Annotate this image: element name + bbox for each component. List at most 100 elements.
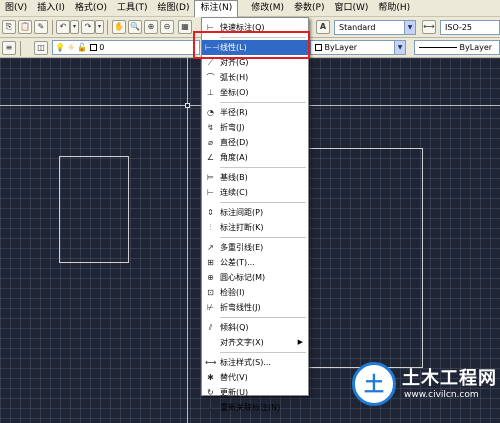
dim-break-icon: ⫶ (209, 223, 212, 232)
toolbar-separator (20, 41, 21, 56)
menu-item-label: 重新关联标注(N) (220, 403, 281, 412)
menu-item-label: 替代(V) (220, 373, 248, 382)
inspection-icon: ⊡ (207, 288, 214, 297)
dim-style-icon: ⟷ (205, 358, 217, 367)
menu-item-jogged[interactable]: ↯ 折弯(J) (202, 120, 308, 135)
menu-item-label: 折弯(J) (220, 123, 245, 132)
drawn-rectangle[interactable] (59, 156, 129, 263)
menu-item-oblique[interactable]: ⫽ 倾斜(Q) (202, 320, 308, 335)
menu-item-label: 弧长(H) (220, 73, 249, 82)
menu-item-dim-break[interactable]: ⫶ 标注打断(K) (202, 220, 308, 235)
menu-view[interactable]: 图(V) (0, 0, 32, 17)
match-prop-icon[interactable]: ✎ (34, 20, 48, 34)
menu-item-diameter[interactable]: ⌀ 直径(D) (202, 135, 308, 150)
properties-icon[interactable]: ▦ (178, 20, 192, 34)
text-style-icon[interactable]: A (316, 20, 330, 34)
pan-icon[interactable]: ✋ (112, 20, 126, 34)
menu-item-override[interactable]: ✱ 替代(V) (202, 370, 308, 385)
menu-item-arc-length[interactable]: ⌒ 弧长(H) (202, 70, 308, 85)
layer-manager-icon[interactable]: ≡ (2, 41, 16, 55)
zoom-window-icon[interactable]: ⊕ (144, 20, 158, 34)
arc-length-icon: ⌒ (206, 73, 215, 82)
menu-draw[interactable]: 绘图(D) (153, 0, 195, 17)
jogged-icon: ↯ (207, 123, 214, 132)
zoom-realtime-icon[interactable]: 🔍 (128, 20, 142, 34)
dim-space-icon: ⇕ (207, 208, 214, 217)
color-swatch (315, 44, 322, 51)
oblique-icon: ⫽ (208, 323, 213, 332)
menu-item-reassociate[interactable]: ⚲ 重新关联标注(N) (202, 400, 308, 415)
menu-item-label: 标注间距(P) (220, 208, 264, 217)
chevron-down-icon[interactable]: ▼ (404, 21, 415, 34)
menu-item-label: 连续(C) (220, 188, 248, 197)
zoom-previous-icon[interactable]: ⊖ (160, 20, 174, 34)
menu-item-label: 角度(A) (220, 153, 248, 162)
diameter-icon: ⌀ (208, 138, 213, 147)
menu-separator (220, 202, 306, 203)
menu-item-label: 多重引线(E) (220, 243, 264, 252)
menu-item-label: 标注打断(K) (220, 223, 264, 232)
menu-item-dim-space[interactable]: ⇕ 标注间距(P) (202, 205, 308, 220)
menu-format[interactable]: 格式(O) (70, 0, 112, 17)
watermark-url: www.civilcn.com (404, 390, 479, 400)
crosshair-vertical (187, 58, 188, 423)
menu-item-continue[interactable]: ⊢ 连续(C) (202, 185, 308, 200)
menu-item-update[interactable]: ↻ 更新(U) (202, 385, 308, 400)
layer-select[interactable]: 💡 ☼ 🔓 0 (52, 40, 200, 55)
menu-item-inspection[interactable]: ⊡ 检验(I) (202, 285, 308, 300)
menu-parameter[interactable]: 参数(P) (289, 0, 329, 17)
menu-dimension[interactable]: 标注(N) (194, 0, 239, 17)
menu-item-tolerance[interactable]: ⊞ 公差(T)... (202, 255, 308, 270)
pickbox-cursor (185, 103, 190, 108)
menu-item-angular[interactable]: ∠ 角度(A) (202, 150, 308, 165)
layer-value: 0 (99, 43, 105, 52)
menu-item-multileader[interactable]: ↗ 多重引线(E) (202, 240, 308, 255)
drawn-rectangle[interactable] (308, 148, 423, 368)
undo-icon[interactable]: ↶ (56, 20, 70, 34)
menu-item-dim-style[interactable]: ⟷ 标注样式(S)... (202, 355, 308, 370)
menu-item-label: 圆心标记(M) (220, 273, 266, 282)
sun-icon: ☼ (67, 43, 75, 52)
tolerance-icon: ⊞ (207, 258, 214, 267)
override-icon: ✱ (207, 373, 214, 382)
menu-item-label: 标注样式(S)... (220, 358, 271, 367)
menu-item-label: 直径(D) (220, 138, 249, 147)
menu-modify[interactable]: 修改(M) (246, 0, 289, 17)
menu-item-center-mark[interactable]: ⊕ 圆心标记(M) (202, 270, 308, 285)
menu-window[interactable]: 窗口(W) (329, 0, 373, 17)
jogged-linear-icon: ⊬ (207, 303, 214, 312)
menu-help[interactable]: 帮助(H) (373, 0, 415, 17)
menu-separator (220, 167, 306, 168)
menu-separator (220, 237, 306, 238)
color-select[interactable]: ByLayer ▼ (310, 40, 406, 55)
menu-item-label: 折弯线性(J) (220, 303, 261, 312)
copy-icon[interactable]: ⎘ (2, 20, 16, 34)
dim-style-icon[interactable]: ⟷ (422, 20, 436, 34)
watermark: 土 土木工程网 www.civilcn.com (350, 358, 500, 418)
menu-item-label: 坐标(O) (220, 88, 249, 97)
menu-item-align-text[interactable]: 对齐文字(X) ▶ (202, 335, 308, 350)
undo-dropdown-icon[interactable]: ▾ (70, 20, 79, 34)
paste-icon[interactable]: 📋 (18, 20, 32, 34)
menu-item-jogged-linear[interactable]: ⊬ 折弯线性(J) (202, 300, 308, 315)
menu-item-label: 公差(T)... (220, 258, 255, 267)
chevron-down-icon[interactable]: ▼ (394, 41, 405, 54)
dim-style-select[interactable]: ISO-25 (440, 20, 500, 35)
menu-item-label: 倾斜(Q) (220, 323, 249, 332)
menu-insert[interactable]: 插入(I) (32, 0, 70, 17)
menu-item-radius[interactable]: ◔ 半径(R) (202, 105, 308, 120)
text-style-select[interactable]: Standard ▼ (334, 20, 416, 35)
layer-state-icon[interactable]: ◫ (34, 41, 48, 55)
redo-icon[interactable]: ↷ (81, 20, 95, 34)
menu-item-baseline[interactable]: ⊨ 基线(B) (202, 170, 308, 185)
dim-style-value: ISO-25 (445, 23, 473, 32)
linetype-line (419, 47, 457, 48)
linetype-select[interactable]: ByLayer (414, 40, 500, 55)
watermark-title: 土木工程网 (402, 368, 497, 389)
menu-item-ordinate[interactable]: ⊥ 坐标(O) (202, 85, 308, 100)
redo-dropdown-icon[interactable]: ▾ (95, 20, 104, 34)
menu-separator (220, 102, 306, 103)
menu-tools[interactable]: 工具(T) (112, 0, 153, 17)
layer-color-swatch (89, 44, 97, 51)
menu-item-label: 对齐(G) (220, 58, 249, 67)
